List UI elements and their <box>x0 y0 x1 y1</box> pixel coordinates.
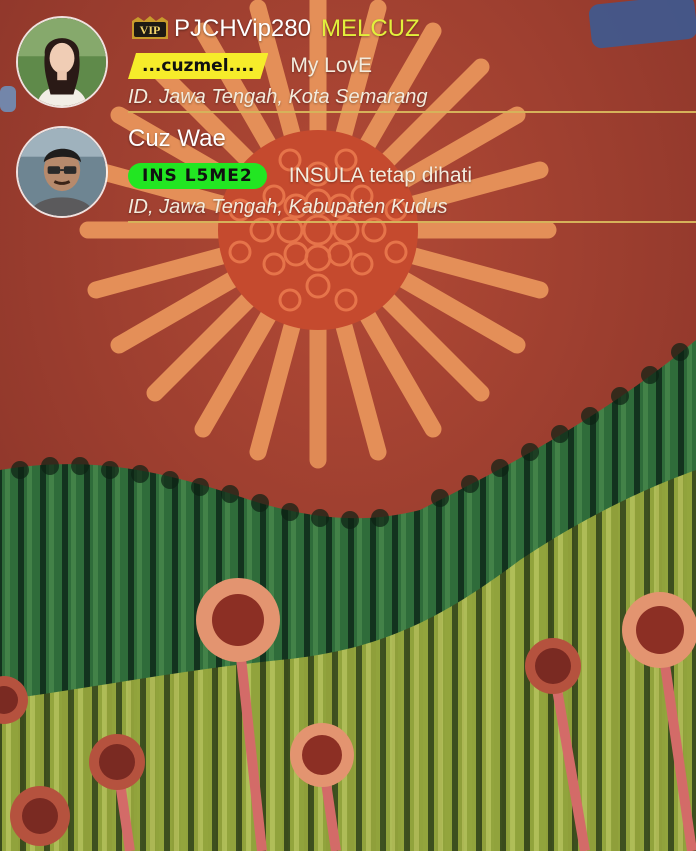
vip-crown-badge-icon: VIP <box>132 16 168 39</box>
member-tag: INS L5ME2 <box>128 163 267 189</box>
avatar[interactable] <box>16 126 108 218</box>
row-divider <box>128 221 696 223</box>
member-location: ID. Jawa Tengah, Kota Semarang <box>128 86 428 108</box>
username[interactable]: Cuz Wae <box>128 125 226 153</box>
tag-line: INS L5ME2 INSULA tetap dihati <box>128 162 472 190</box>
woman-portrait-icon <box>18 18 106 106</box>
username[interactable]: PJCHVip280 <box>174 15 311 43</box>
member-motto: INSULA tetap dihati <box>288 164 473 187</box>
name-line: VIP PJCHVip280 MELCUZ <box>128 14 420 44</box>
member-motto: My LovE <box>290 54 373 77</box>
member-tag: ...cuzmel.... <box>128 53 268 79</box>
man-portrait-icon <box>18 128 106 216</box>
avatar[interactable] <box>16 16 108 108</box>
member-location: ID, Jawa Tengah, Kabupaten Kudus <box>128 196 448 218</box>
member-alias: MELCUZ <box>320 15 420 42</box>
member-row-1[interactable]: VIP PJCHVip280 MELCUZ ...cuzmel.... My L… <box>0 8 696 118</box>
svg-text:VIP: VIP <box>140 23 161 37</box>
row-divider <box>128 111 696 113</box>
tag-line: ...cuzmel.... My LovE <box>128 52 372 80</box>
name-line: Cuz Wae <box>128 124 226 154</box>
member-row-2[interactable]: Cuz Wae INS L5ME2 INSULA tetap dihati ID… <box>0 118 696 228</box>
